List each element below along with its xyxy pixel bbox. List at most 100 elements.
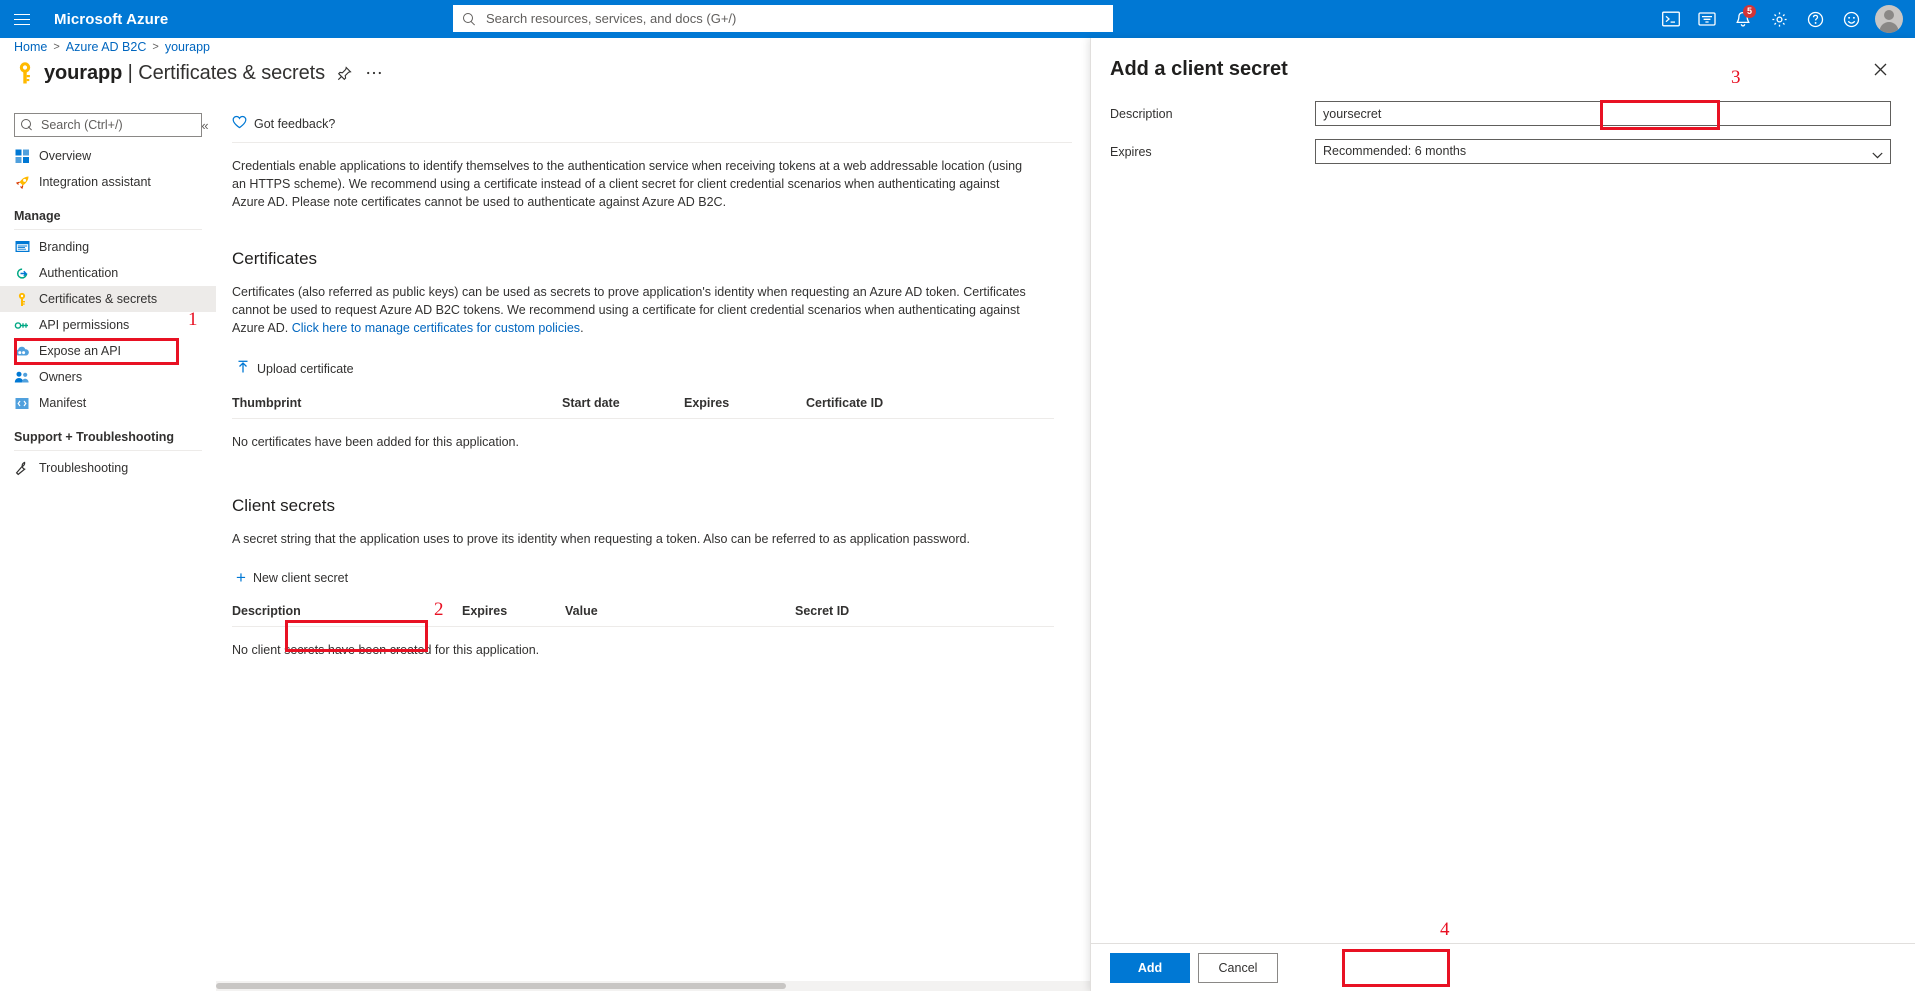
sidebar-item-label: Integration assistant bbox=[39, 175, 151, 189]
page-title-row: yourapp | Certificates & secrets bbox=[14, 60, 385, 86]
cloud-shell-icon[interactable] bbox=[1653, 0, 1689, 38]
add-client-secret-panel: Add a client secret Description Expires … bbox=[1090, 38, 1915, 991]
horizontal-scrollbar[interactable] bbox=[216, 981, 1090, 991]
authentication-arrow-icon bbox=[14, 265, 30, 281]
expires-select[interactable]: Recommended: 6 months 3 months 12 months… bbox=[1315, 139, 1891, 164]
breadcrumb-tenant[interactable]: Azure AD B2C bbox=[66, 40, 147, 54]
directories-filter-icon[interactable] bbox=[1689, 0, 1725, 38]
global-search-input[interactable] bbox=[484, 10, 1104, 27]
settings-gear-icon[interactable] bbox=[1761, 0, 1797, 38]
global-search-box[interactable] bbox=[453, 5, 1113, 32]
certificates-section-title: Certificates bbox=[232, 249, 318, 268]
azure-brand-logo[interactable]: Microsoft Azure bbox=[54, 11, 168, 28]
sidebar-item-troubleshooting[interactable]: Troubleshooting bbox=[0, 455, 216, 481]
certificates-col-expires: Expires bbox=[684, 394, 806, 419]
overview-grid-icon bbox=[14, 148, 30, 164]
top-bar-icon-group: 5 bbox=[1653, 0, 1915, 38]
wrench-icon bbox=[14, 460, 30, 476]
new-client-secret-button[interactable]: + New client secret bbox=[232, 568, 352, 588]
page-title: yourapp | Certificates & secrets bbox=[44, 62, 325, 85]
help-question-icon[interactable] bbox=[1797, 0, 1833, 38]
search-icon bbox=[21, 119, 33, 131]
sidebar-item-label: Troubleshooting bbox=[39, 461, 129, 475]
expose-api-cloud-icon bbox=[14, 343, 30, 359]
sidebar-item-integration-assistant[interactable]: Integration assistant bbox=[0, 169, 216, 195]
page-title-app: yourapp bbox=[44, 61, 123, 84]
cancel-button[interactable]: Cancel bbox=[1198, 952, 1278, 983]
sidebar-divider bbox=[14, 229, 202, 230]
menu-hamburger-icon[interactable] bbox=[0, 0, 44, 38]
certificates-empty-message: No certificates have been added for this… bbox=[232, 435, 519, 449]
main-content: Got feedback? Credentials enable applica… bbox=[216, 105, 1090, 991]
sidebar-item-owners[interactable]: Owners bbox=[0, 364, 216, 390]
client-secrets-section-title: Client secrets bbox=[232, 496, 335, 515]
add-button[interactable]: Add bbox=[1110, 952, 1190, 983]
expires-field-row: Expires Recommended: 6 months 3 months 1… bbox=[1091, 139, 1915, 164]
sidebar: « Overview Integration assistant Manage … bbox=[0, 105, 216, 991]
sidebar-item-label: Expose an API bbox=[39, 344, 122, 358]
sidebar-item-overview[interactable]: Overview bbox=[0, 143, 216, 169]
upload-certificate-button[interactable]: Upload certificate bbox=[232, 357, 358, 380]
page-title-separator: | bbox=[127, 61, 133, 84]
branding-window-icon bbox=[14, 239, 30, 255]
sidebar-item-label: Certificates & secrets bbox=[39, 292, 158, 306]
collapse-sidebar-icon[interactable]: « bbox=[196, 116, 214, 134]
key-icon bbox=[14, 60, 36, 86]
got-feedback-label: Got feedback? bbox=[254, 116, 336, 131]
new-client-secret-label: New client secret bbox=[252, 571, 349, 585]
sidebar-item-label: Manifest bbox=[39, 396, 87, 410]
upload-arrow-icon bbox=[236, 360, 250, 377]
certificates-col-thumbprint: Thumbprint bbox=[232, 394, 562, 419]
sidebar-item-expose-an-api[interactable]: Expose an API bbox=[0, 338, 216, 364]
more-options-icon[interactable] bbox=[363, 62, 385, 84]
client-secrets-table: Description Expires Value Secret ID bbox=[232, 602, 1054, 627]
account-avatar[interactable] bbox=[1875, 5, 1903, 33]
pin-icon[interactable] bbox=[333, 62, 355, 84]
description-field-row: Description bbox=[1091, 101, 1915, 126]
sidebar-item-manifest[interactable]: Manifest bbox=[0, 390, 216, 416]
certificates-desc-tail: . bbox=[580, 321, 584, 335]
client-secrets-col-description: Description bbox=[232, 602, 462, 627]
manifest-icon bbox=[14, 395, 30, 411]
panel-footer: Add Cancel bbox=[1091, 943, 1915, 991]
panel-header: Add a client secret bbox=[1091, 38, 1915, 81]
sidebar-item-label: Branding bbox=[39, 240, 90, 254]
sidebar-group-support: Support + Troubleshooting bbox=[14, 430, 175, 444]
sidebar-item-label: Authentication bbox=[39, 266, 119, 280]
plus-icon: + bbox=[236, 568, 246, 587]
client-secrets-description: A secret string that the application use… bbox=[232, 532, 970, 546]
certificates-description: Certificates (also referred as public ke… bbox=[232, 283, 1032, 337]
client-secrets-empty-message: No client secrets have been created for … bbox=[232, 643, 540, 657]
manage-certificates-link[interactable]: Click here to manage certificates for cu… bbox=[292, 321, 580, 335]
expires-label: Expires bbox=[1110, 144, 1152, 159]
close-icon[interactable] bbox=[1869, 58, 1891, 80]
breadcrumb-separator-icon: > bbox=[53, 41, 60, 53]
sidebar-item-label: Overview bbox=[39, 149, 92, 163]
sidebar-search-box[interactable] bbox=[14, 113, 202, 137]
feedback-smiley-icon[interactable] bbox=[1833, 0, 1869, 38]
sidebar-item-certificates-and-secrets[interactable]: Certificates & secrets bbox=[0, 286, 216, 312]
got-feedback-button[interactable]: Got feedback? bbox=[216, 105, 335, 132]
api-permissions-icon bbox=[14, 317, 30, 333]
client-secrets-col-value: Value bbox=[565, 602, 795, 627]
sidebar-search-input[interactable] bbox=[39, 117, 195, 133]
certificates-col-certificate-id: Certificate ID bbox=[806, 394, 1054, 419]
client-secrets-col-secret-id: Secret ID bbox=[795, 602, 1054, 627]
description-input[interactable] bbox=[1315, 101, 1891, 126]
breadcrumb-app[interactable]: yourapp bbox=[165, 40, 210, 54]
page-title-blade: Certificates & secrets bbox=[138, 61, 325, 84]
sidebar-divider bbox=[14, 450, 202, 451]
sidebar-group-manage: Manage bbox=[14, 209, 61, 223]
notifications-bell-icon[interactable]: 5 bbox=[1725, 0, 1761, 38]
breadcrumb-separator-icon: > bbox=[152, 41, 159, 53]
sidebar-item-branding[interactable]: Branding bbox=[0, 234, 216, 260]
sidebar-item-authentication[interactable]: Authentication bbox=[0, 260, 216, 286]
scrollbar-thumb[interactable] bbox=[216, 983, 786, 989]
sidebar-item-label: Owners bbox=[39, 370, 83, 384]
breadcrumb-home[interactable]: Home bbox=[14, 40, 47, 54]
sidebar-item-api-permissions[interactable]: API permissions bbox=[0, 312, 216, 338]
expires-select-wrapper: Recommended: 6 months 3 months 12 months… bbox=[1315, 139, 1891, 164]
upload-certificate-label: Upload certificate bbox=[257, 361, 354, 376]
client-secrets-col-expires: Expires bbox=[462, 602, 565, 627]
owners-people-icon bbox=[14, 369, 30, 385]
